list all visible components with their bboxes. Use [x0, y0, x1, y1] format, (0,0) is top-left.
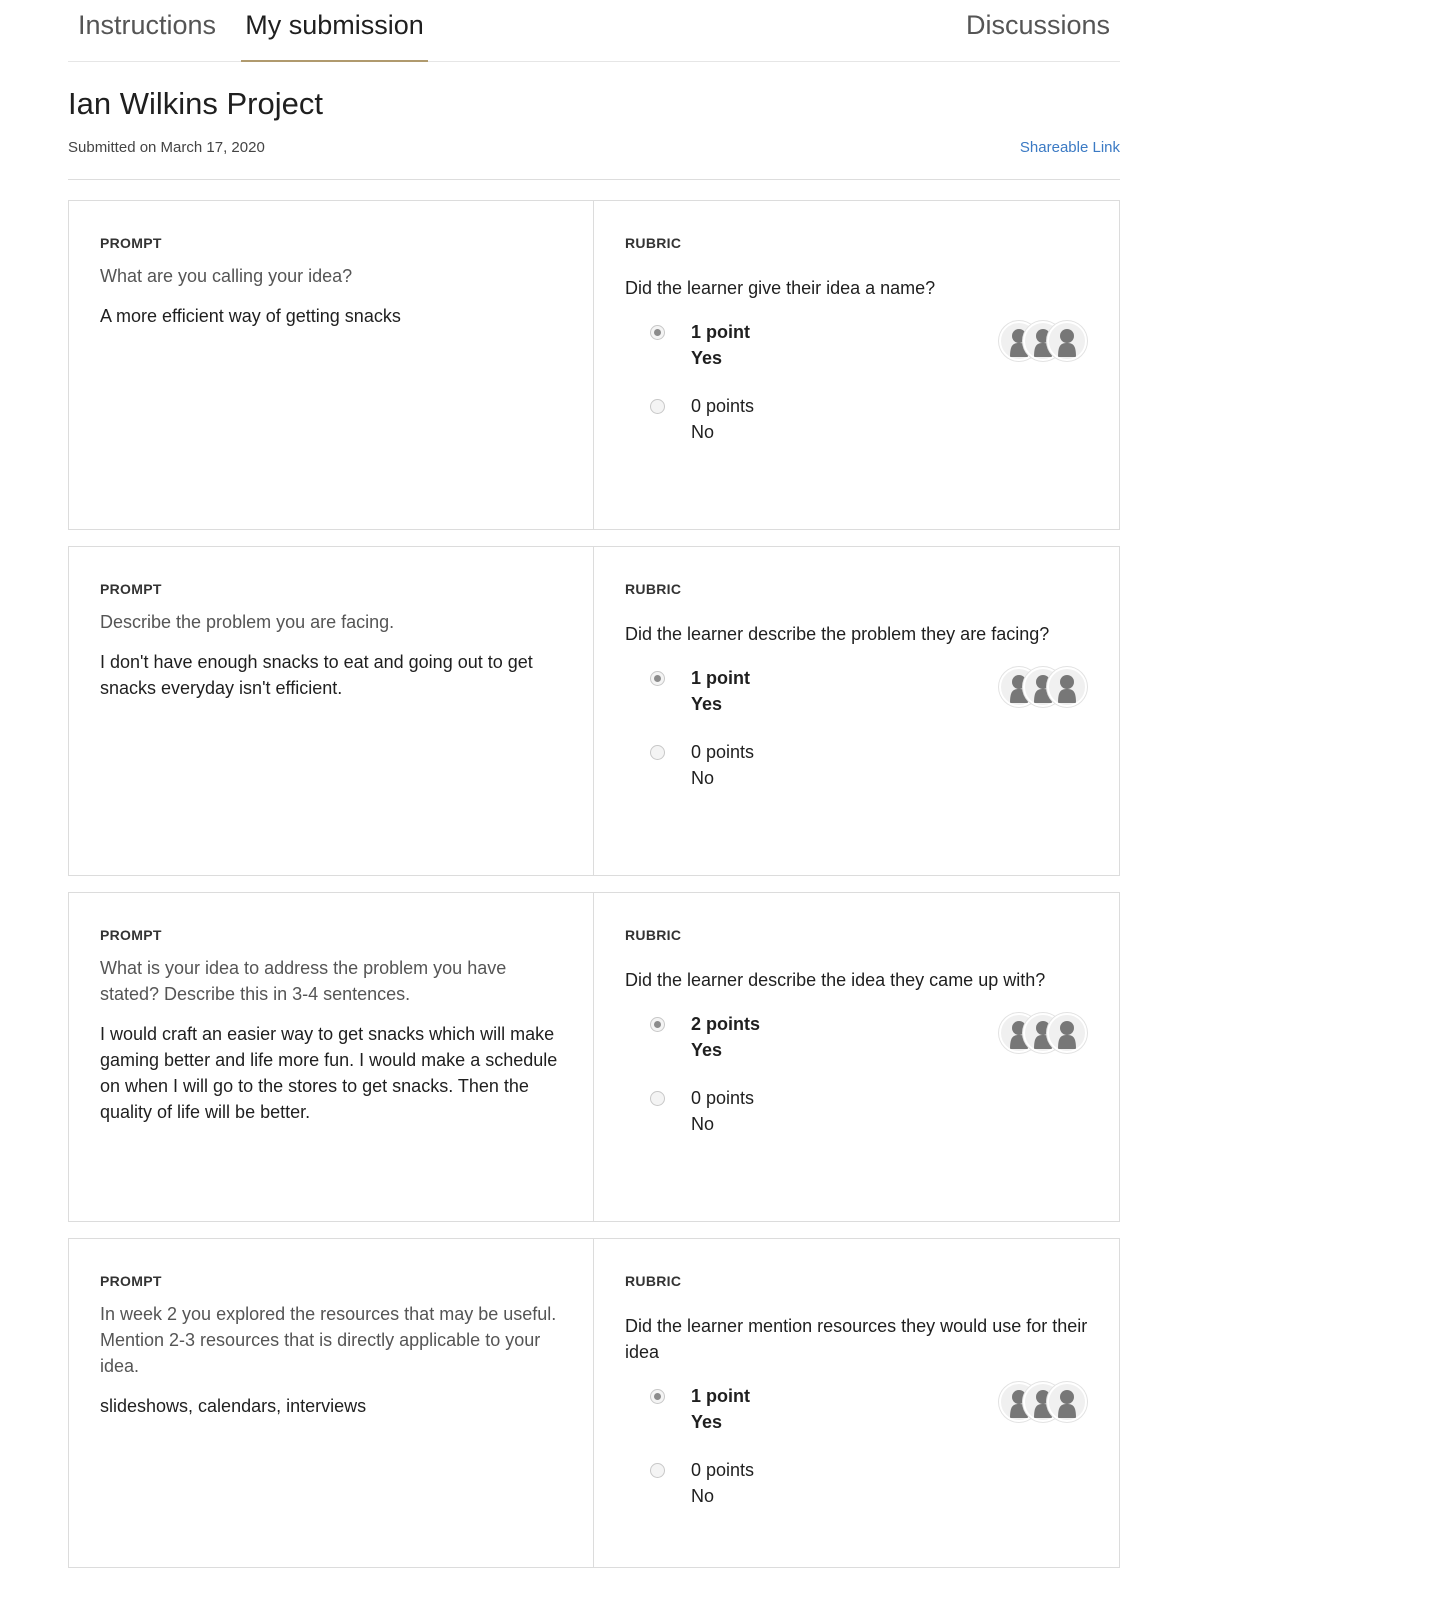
prompt-question: What are you calling your idea? [100, 266, 353, 286]
page: Instructions My submission Discussions I… [68, 0, 1120, 1568]
tab-my-submission[interactable]: My submission [241, 10, 428, 62]
prompt-label: PROMPT [100, 581, 162, 597]
rubric-label: RUBRIC [625, 1273, 682, 1289]
prompt-label: PROMPT [100, 1273, 162, 1289]
radio-icon[interactable] [650, 1017, 665, 1032]
page-title: Ian Wilkins Project [68, 86, 323, 121]
rubric-column: RUBRIC Did the learner describe the idea … [594, 893, 1119, 1221]
radio-icon[interactable] [650, 1389, 665, 1404]
prompt-answer: A more efficient way of getting snacks [100, 306, 401, 326]
submission-card: PROMPT Describe the problem you are facin… [68, 546, 1120, 876]
radio-icon[interactable] [650, 671, 665, 686]
rubric-label: RUBRIC [625, 235, 682, 251]
peer-avatars [999, 667, 1089, 707]
rubric-column: RUBRIC Did the learner give their idea a … [594, 201, 1119, 529]
rubric-option[interactable]: 0 points No [625, 739, 1089, 791]
rubric-label: RUBRIC [625, 927, 682, 943]
radio-icon[interactable] [650, 745, 665, 760]
rubric-label: RUBRIC [625, 581, 682, 597]
radio-icon[interactable] [650, 399, 665, 414]
peer-avatars [999, 1013, 1089, 1053]
tab-bar: Instructions My submission Discussions [68, 0, 1120, 62]
radio-icon[interactable] [650, 325, 665, 340]
prompt-answer: slideshows, calendars, interviews [100, 1396, 367, 1416]
peer-avatar-icon [1047, 1382, 1087, 1422]
rubric-question: Did the learner describe the problem the… [625, 624, 1050, 644]
prompt-question: What is your idea to address the problem… [100, 958, 507, 1004]
rubric-question: Did the learner describe the idea they c… [625, 970, 1046, 990]
option-description: No [691, 1114, 715, 1134]
header-divider [68, 179, 1120, 180]
option-points: 0 points [691, 1460, 755, 1480]
radio-icon[interactable] [650, 1463, 665, 1478]
rubric-column: RUBRIC Did the learner mention resources … [594, 1239, 1119, 1567]
peer-avatar-icon [1047, 321, 1087, 361]
option-points: 0 points [691, 742, 755, 762]
rubric-option[interactable]: 0 points No [625, 1457, 1089, 1509]
prompt-answer: I don't have enough snacks to eat and go… [100, 652, 533, 698]
peer-avatars [999, 321, 1089, 361]
rubric-question: Did the learner mention resources they w… [625, 1316, 1088, 1362]
prompt-column: PROMPT In week 2 you explored the resourc… [69, 1239, 594, 1567]
option-description: No [691, 1486, 715, 1506]
rubric-column: RUBRIC Did the learner describe the probl… [594, 547, 1119, 875]
peer-avatars [999, 1382, 1089, 1422]
prompt-column: PROMPT Describe the problem you are facin… [69, 547, 594, 875]
prompt-label: PROMPT [100, 235, 162, 251]
option-description: No [691, 768, 715, 788]
submission-card: PROMPT In week 2 you explored the resourc… [68, 1238, 1120, 1568]
option-description: No [691, 422, 715, 442]
rubric-option[interactable]: 0 points No [625, 1085, 1089, 1137]
rubric-question: Did the learner give their idea a name? [625, 278, 936, 298]
tab-discussions[interactable]: Discussions [956, 10, 1120, 62]
peer-avatar-icon [1047, 667, 1087, 707]
peer-avatar-icon [1047, 1013, 1087, 1053]
prompt-label: PROMPT [100, 927, 162, 943]
submitted-date: Submitted on March 17, 2020 [68, 139, 265, 156]
submission-card: PROMPT What are you calling your idea? A m… [68, 200, 1120, 530]
prompt-question: Describe the problem you are facing. [100, 612, 395, 632]
option-points: 0 points [691, 1088, 755, 1108]
prompt-answer: I would craft an easier way to get snack… [100, 1024, 558, 1122]
prompt-column: PROMPT What are you calling your idea? A m… [69, 201, 594, 529]
radio-icon[interactable] [650, 1091, 665, 1106]
prompt-column: PROMPT What is your idea to address the p… [69, 893, 594, 1221]
prompt-question: In week 2 you explored the resources tha… [100, 1304, 557, 1376]
tab-instructions[interactable]: Instructions [68, 10, 226, 62]
shareable-link[interactable]: Shareable Link [1020, 139, 1120, 156]
submission-card: PROMPT What is your idea to address the p… [68, 892, 1120, 1222]
rubric-option[interactable]: 0 points No [625, 393, 1089, 445]
option-points: 0 points [691, 396, 755, 416]
